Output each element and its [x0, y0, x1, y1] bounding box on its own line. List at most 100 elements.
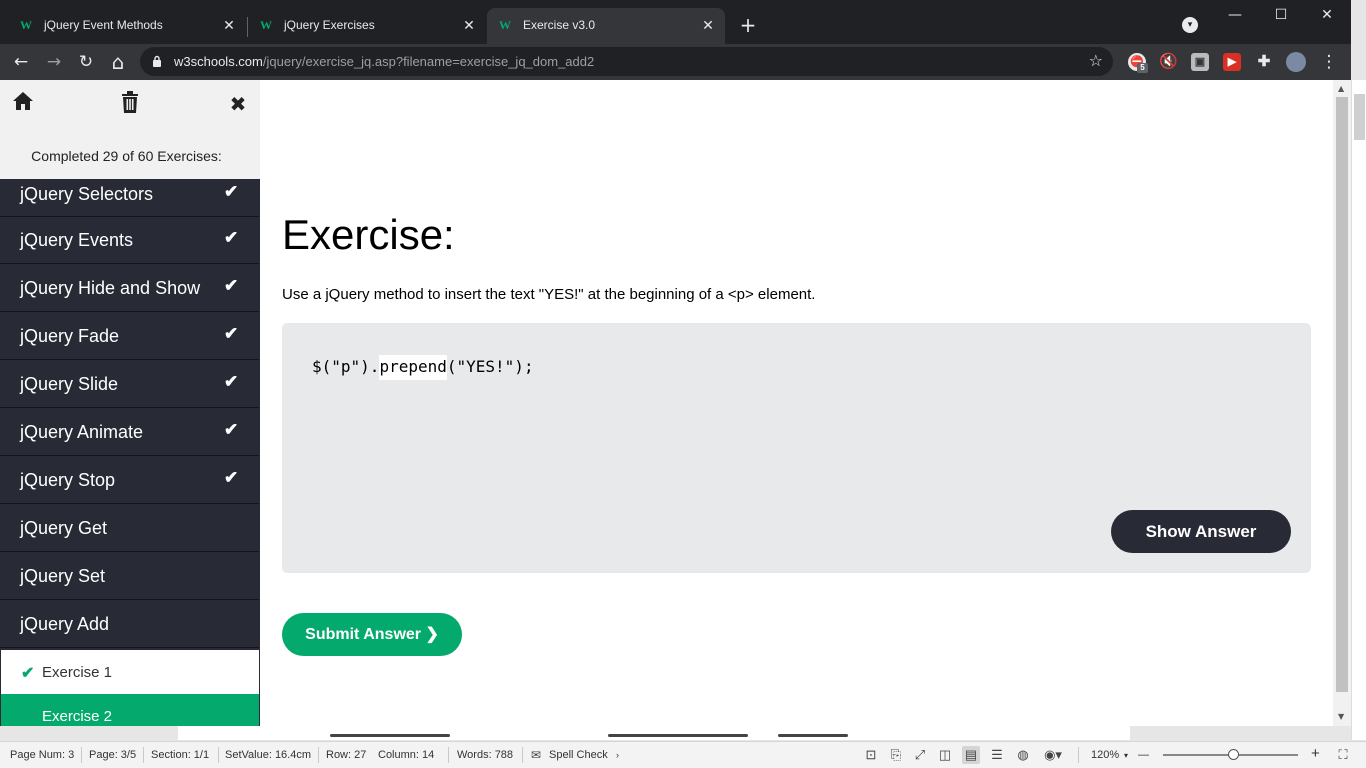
zoom-level[interactable]: 120% [1091, 749, 1119, 761]
forward-button[interactable]: → [42, 50, 66, 74]
sidebar-category-jquery-get[interactable]: jQuery Get [0, 505, 259, 552]
minimize-button[interactable]: — [1220, 4, 1250, 26]
tab-exercise-v3[interactable]: W Exercise v3.0 ✕ [487, 8, 725, 44]
sidebar-category-jquery-hide-and-show[interactable]: jQuery Hide and Show ✔ [0, 265, 259, 312]
back-button[interactable]: ← [9, 50, 33, 74]
reload-button[interactable]: ↻ [74, 50, 98, 74]
browser-menu-icon[interactable]: ⋮ [1317, 50, 1341, 74]
mute-tab-extension-icon[interactable]: 🔇 [1159, 53, 1178, 71]
spell-check-icon[interactable]: ✉ [528, 746, 544, 764]
tab-close-icon[interactable]: ✕ [460, 16, 478, 34]
maximize-button[interactable]: ☐ [1266, 4, 1296, 26]
w3schools-favicon-icon: W [260, 18, 272, 32]
zoom-in-button[interactable]: + [1311, 745, 1320, 762]
category-label: jQuery Stop [20, 470, 116, 490]
check-icon: ✔ [224, 276, 239, 295]
page-scroll-thumb[interactable] [1336, 97, 1348, 692]
clip-extension-icon[interactable]: ▣ [1191, 53, 1209, 71]
status-row: Row: 27 [326, 749, 367, 761]
focus-mode-icon[interactable]: ⎘ [887, 746, 905, 764]
lock-icon[interactable] [152, 55, 162, 67]
sidebar-category-jquery-events[interactable]: jQuery Events ✔ [0, 217, 259, 264]
w3schools-favicon-icon: W [20, 18, 32, 32]
tab-title: jQuery Event Methods [44, 18, 163, 32]
outline-view-icon[interactable]: ☰ [988, 746, 1006, 764]
submit-answer-button[interactable]: Submit Answer ❯ [282, 613, 462, 656]
read-mode-icon[interactable]: ◫ [936, 746, 954, 764]
scroll-up-arrow-icon[interactable]: ▲ [1338, 84, 1344, 93]
close-window-button[interactable]: ✕ [1312, 4, 1342, 26]
tab-search-icon[interactable]: ▾ [1182, 17, 1198, 33]
zoom-out-button[interactable]: — [1138, 749, 1149, 761]
tab-close-icon[interactable]: ✕ [220, 16, 238, 34]
sidebar-header: ✖ Completed 29 of 60 Exercises: [0, 80, 260, 179]
exercise-label: Exercise 1 [42, 664, 113, 681]
close-icon[interactable]: ✖ [225, 91, 251, 117]
fit-page-icon[interactable]: ⛶ [1334, 746, 1352, 764]
tab-strip: W jQuery Event Methods ✕ W jQuery Exerci… [0, 0, 1351, 44]
code-prefix: $("p"). [312, 357, 380, 376]
category-label: jQuery Set [20, 566, 106, 586]
video-extension-icon[interactable]: ▶ [1223, 53, 1241, 71]
eye-protection-icon[interactable]: ◉▾ [1040, 746, 1066, 764]
category-label: jQuery Fade [20, 326, 120, 346]
category-label: jQuery Slide [20, 374, 119, 394]
scroll-down-arrow-icon[interactable]: ▼ [1338, 712, 1344, 721]
bookmark-star-icon[interactable]: ☆ [1089, 51, 1103, 70]
new-tab-button[interactable]: + [737, 14, 759, 36]
status-column: Column: 14 [378, 749, 435, 761]
sidebar-category-jquery-add[interactable]: jQuery Add [0, 601, 259, 648]
puzzle-extensions-icon[interactable]: ✚ [1255, 53, 1273, 71]
profile-avatar[interactable] [1286, 52, 1306, 72]
check-icon: ✔ [21, 665, 35, 682]
fit-window-icon[interactable]: ⤢ [911, 746, 929, 764]
check-icon: ✔ [224, 468, 239, 487]
home-button[interactable]: ⌂ [106, 50, 130, 74]
web-layout-icon[interactable]: ◍ [1014, 746, 1032, 764]
page-viewport: ✖ Completed 29 of 60 Exercises: jQuery S… [0, 80, 1351, 726]
exercise-item-1[interactable]: ✔ Exercise 1 [1, 650, 259, 694]
tab-jquery-exercises[interactable]: W jQuery Exercises ✕ [248, 8, 486, 44]
category-label: jQuery Hide and Show [20, 278, 201, 298]
sidebar-category-jquery-slide[interactable]: jQuery Slide ✔ [0, 361, 259, 408]
w3schools-favicon-icon: W [499, 18, 511, 32]
page-vertical-scrollbar[interactable]: ▲ ▼ [1333, 80, 1351, 726]
document-page-peek [178, 726, 1130, 740]
exercise-heading: Exercise: [282, 211, 455, 258]
category-label: jQuery Events [20, 230, 134, 250]
address-bar[interactable]: w3schools.com/jquery/exercise_jq.asp?fil… [140, 47, 1113, 76]
spell-check-arrow-icon[interactable]: › [616, 750, 619, 760]
check-icon: ✔ [224, 372, 239, 391]
sidebar-category-jquery-set[interactable]: jQuery Set [0, 553, 259, 600]
code-editor: $("p").prepend("YES!"); Show Answer [282, 323, 1311, 573]
tab-close-icon[interactable]: ✕ [699, 16, 717, 34]
page-view-icon[interactable]: ▤ [962, 746, 980, 764]
url-text[interactable]: w3schools.com/jquery/exercise_jq.asp?fil… [174, 54, 594, 69]
sidebar-category-jquery-selectors[interactable]: jQuery Selectors ✔ [0, 179, 259, 217]
category-label: jQuery Animate [20, 422, 144, 442]
status-page-num: Page Num: 3 [10, 749, 75, 761]
exercise-label: Exercise 2 [42, 708, 113, 725]
adblock-badge: 5 [1137, 63, 1148, 73]
document-vertical-scrollbar[interactable] [1351, 80, 1366, 740]
status-setvalue: SetValue: 16.4cm [225, 749, 312, 761]
zoom-slider-thumb[interactable] [1228, 749, 1239, 760]
status-page: Page: 3/5 [89, 749, 137, 761]
home-icon[interactable] [10, 91, 36, 117]
trash-icon[interactable] [117, 91, 143, 117]
tab-jquery-event-methods[interactable]: W jQuery Event Methods ✕ [8, 8, 246, 44]
show-answer-button[interactable]: Show Answer [1111, 510, 1291, 553]
document-scroll-thumb[interactable] [1354, 94, 1365, 140]
spell-check-button[interactable]: Spell Check [549, 749, 608, 761]
full-screen-icon[interactable]: ⊡ [862, 746, 880, 764]
category-label: jQuery Get [20, 518, 108, 538]
zoom-dropdown-icon[interactable]: ▾ [1124, 751, 1128, 760]
check-icon: ✔ [224, 420, 239, 439]
exercise-item-2[interactable]: Exercise 2 [1, 694, 259, 726]
sidebar-category-jquery-stop[interactable]: jQuery Stop ✔ [0, 457, 259, 504]
answer-input[interactable]: prepend [379, 355, 447, 380]
word-processor-statusbar: Page Num: 3 Page: 3/5 Section: 1/1 SetVa… [0, 741, 1366, 768]
exercise-main: Exercise: Use a jQuery method to insert … [282, 80, 1312, 726]
sidebar-category-jquery-fade[interactable]: jQuery Fade ✔ [0, 313, 259, 360]
sidebar-category-jquery-animate[interactable]: jQuery Animate ✔ [0, 409, 259, 456]
